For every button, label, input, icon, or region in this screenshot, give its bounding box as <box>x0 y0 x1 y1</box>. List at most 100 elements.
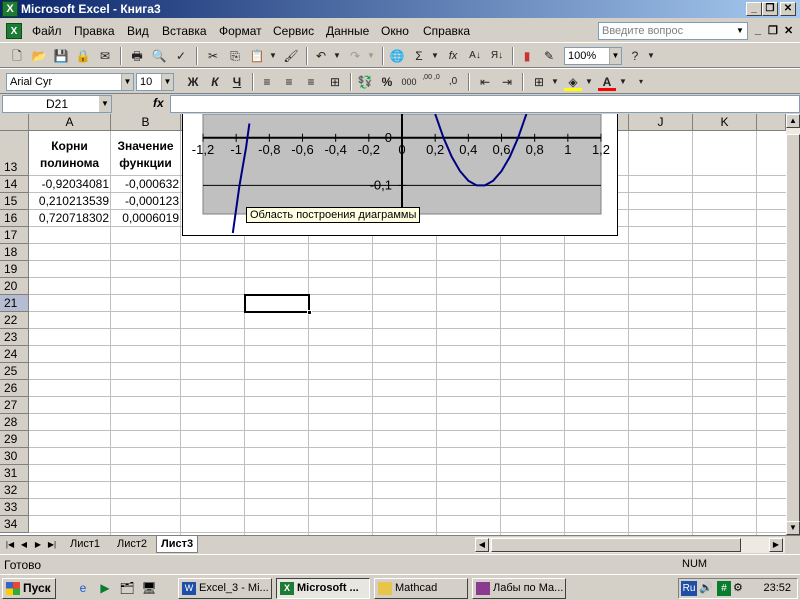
format-painter-icon[interactable]: 🖌 <box>282 47 300 65</box>
cell-a15[interactable]: 0,210213539 <box>29 194 109 208</box>
permission-icon[interactable]: 🔒 <box>74 47 92 65</box>
align-left-icon[interactable]: ≡ <box>258 73 276 91</box>
italic-button[interactable]: К <box>206 73 224 91</box>
network-icon[interactable]: # <box>717 581 731 596</box>
chevron-down-icon[interactable]: ▼ <box>121 74 133 90</box>
row-header-30[interactable]: 30 <box>0 448 29 465</box>
taskbar-button-word[interactable]: W Excel_3 - Mi... <box>178 578 272 599</box>
row-header-23[interactable]: 23 <box>0 329 29 346</box>
bold-button[interactable]: Ж <box>184 73 202 91</box>
column-header-a[interactable]: A <box>29 114 111 131</box>
close-button[interactable]: ✕ <box>780 2 796 16</box>
taskbar-button-labs[interactable]: Лабы по Ма... <box>472 578 566 599</box>
internet-explorer-icon[interactable]: e <box>74 579 92 597</box>
scroll-down-icon[interactable]: ▼ <box>786 521 800 535</box>
menu-format[interactable]: Формат <box>219 24 262 38</box>
cell-a13[interactable]: Корни полинома <box>29 138 110 172</box>
media-player-icon[interactable]: ▶ <box>96 579 114 597</box>
row-header-26[interactable]: 26 <box>0 380 29 397</box>
menu-file[interactable]: Файл <box>32 24 62 38</box>
row-header-15[interactable]: 15 <box>0 193 29 210</box>
email-icon[interactable]: ✉ <box>96 47 114 65</box>
chevron-down-icon[interactable]: ▼ <box>580 73 598 91</box>
h-scroll-thumb[interactable] <box>491 538 741 552</box>
hyperlink-icon[interactable]: 🌐 <box>388 47 406 65</box>
tray-app-icon[interactable]: ⚙ <box>733 581 743 594</box>
align-right-icon[interactable]: ≡ <box>302 73 320 91</box>
menu-insert[interactable]: Вставка <box>162 24 207 38</box>
language-indicator[interactable]: Ru <box>681 581 697 596</box>
cell-b15[interactable]: -0,000123 <box>111 194 179 208</box>
doc-restore-button[interactable]: ❐ <box>768 24 778 37</box>
column-header-k[interactable]: K <box>693 114 757 131</box>
vertical-scrollbar[interactable]: ▲ ▼ <box>786 114 800 535</box>
cell-b13[interactable]: Значение функции <box>111 138 180 172</box>
menu-view[interactable]: Вид <box>127 24 149 38</box>
font-name-select[interactable]: Arial Cyr ▼ <box>6 73 134 91</box>
maximize-button[interactable]: ❐ <box>762 2 778 16</box>
save-icon[interactable]: 💾 <box>52 47 70 65</box>
chevron-down-icon[interactable]: ▼ <box>161 74 173 90</box>
open-folder-icon[interactable]: 📂 <box>30 47 48 65</box>
doc-close-button[interactable]: ✕ <box>784 24 793 37</box>
chevron-down-icon[interactable]: ▼ <box>734 24 746 38</box>
align-center-icon[interactable]: ≡ <box>280 73 298 91</box>
column-header-b[interactable]: B <box>111 114 181 131</box>
chevron-down-icon[interactable]: ▼ <box>609 48 621 64</box>
row-header-22[interactable]: 22 <box>0 312 29 329</box>
scroll-right-icon[interactable]: ▶ <box>769 538 783 552</box>
cut-icon[interactable]: ✂ <box>204 47 222 65</box>
underline-button[interactable]: Ч <box>228 73 246 91</box>
chevron-down-icon[interactable]: ▼ <box>426 47 444 65</box>
minimize-button[interactable]: _ <box>746 2 762 16</box>
sort-ascending-icon[interactable]: A↓ <box>466 47 484 65</box>
next-sheet-icon[interactable]: ▶ <box>32 538 44 551</box>
last-sheet-icon[interactable]: ▶| <box>46 538 58 551</box>
selected-cell-d21[interactable] <box>244 294 310 313</box>
chevron-down-icon[interactable]: ▼ <box>614 73 632 91</box>
cell-a16[interactable]: 0,720718302 <box>29 211 109 225</box>
percent-button[interactable]: % <box>378 73 396 91</box>
decrease-decimal-icon[interactable]: ,0 <box>444 73 462 91</box>
zoom-select[interactable]: 100% ▼ <box>564 47 622 65</box>
currency-icon[interactable]: 💱 <box>356 73 374 91</box>
column-header-l[interactable] <box>757 114 786 131</box>
volume-icon[interactable]: 🔊 <box>699 581 713 594</box>
menu-tools[interactable]: Сервис <box>273 24 314 38</box>
ask-question-input[interactable]: Введите вопрос ▼ <box>598 22 748 40</box>
toolbar-options-icon[interactable]: ▾ <box>632 73 650 91</box>
insert-function-icon[interactable]: fx <box>153 96 164 110</box>
row-header-24[interactable]: 24 <box>0 346 29 363</box>
row-header-17[interactable]: 17 <box>0 227 29 244</box>
merge-center-icon[interactable]: ⊞ <box>326 73 344 91</box>
scroll-up-icon[interactable]: ▲ <box>786 114 800 128</box>
insert-function-icon[interactable]: fx <box>444 47 462 65</box>
name-box[interactable]: D21 ▼ <box>2 95 112 113</box>
row-header-33[interactable]: 33 <box>0 499 29 516</box>
row-header-27[interactable]: 27 <box>0 397 29 414</box>
menu-window[interactable]: Окно <box>381 24 409 38</box>
chevron-down-icon[interactable]: ▼ <box>264 47 282 65</box>
row-header-18[interactable]: 18 <box>0 244 29 261</box>
increase-indent-icon[interactable]: ⇥ <box>498 73 516 91</box>
print-icon[interactable]: 🖶 <box>128 47 146 65</box>
show-desktop-icon[interactable]: 🖥 <box>140 579 158 597</box>
row-header-31[interactable]: 31 <box>0 465 29 482</box>
row-header-28[interactable]: 28 <box>0 414 29 431</box>
sheet-tab-1[interactable]: Лист1 <box>66 536 104 553</box>
chevron-down-icon[interactable]: ▼ <box>99 96 111 112</box>
menu-data[interactable]: Данные <box>326 24 369 38</box>
taskbar-button-excel[interactable]: X Microsoft ... <box>276 578 370 599</box>
row-header-21[interactable]: 21 <box>0 295 29 312</box>
row-header-14[interactable]: 14 <box>0 176 29 193</box>
first-sheet-icon[interactable]: |◀ <box>4 538 16 551</box>
spelling-icon[interactable]: ✓ <box>172 47 190 65</box>
fill-handle[interactable] <box>307 310 312 315</box>
print-preview-icon[interactable]: 🔍 <box>150 47 168 65</box>
sheet-tab-2[interactable]: Лист2 <box>113 536 151 553</box>
cell-a14[interactable]: -0,92034081 <box>29 177 109 191</box>
select-all-corner[interactable] <box>0 114 29 131</box>
chevron-down-icon[interactable]: ▼ <box>546 73 564 91</box>
menu-help[interactable]: Справка <box>423 24 470 38</box>
row-header-13[interactable]: 13 <box>0 131 29 176</box>
